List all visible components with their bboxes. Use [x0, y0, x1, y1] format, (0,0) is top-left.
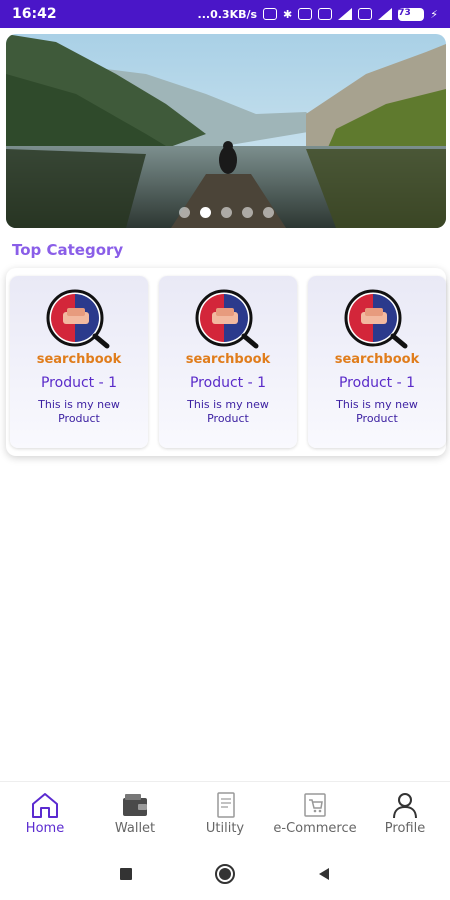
nav-wallet[interactable]: Wallet	[90, 782, 180, 848]
product-name: Product - 1	[40, 375, 117, 391]
wallet-icon	[123, 794, 147, 816]
back-icon[interactable]	[316, 866, 332, 882]
product-card[interactable]: searchbook Product - 1 This is my new Pr…	[308, 276, 446, 448]
nav-ecommerce-label: e-Commerce	[273, 821, 357, 836]
carousel-dot-4[interactable]	[241, 207, 253, 218]
searchbook-logo-icon	[159, 288, 297, 350]
status-bar: 16:42 ...0.3KB/s ✱ 73 ⚡	[0, 0, 450, 28]
category-list: searchbook Product - 1 This is my new Pr…	[6, 268, 446, 456]
system-nav-bar	[0, 847, 450, 900]
searchbook-logo-icon	[308, 288, 446, 350]
banner-image	[6, 34, 446, 228]
status-time: 16:42	[12, 6, 57, 22]
carousel-dot-2[interactable]	[199, 207, 211, 218]
nav-utility-label: Utility	[205, 821, 245, 836]
nav-home[interactable]: Home	[0, 782, 90, 848]
section-title: Top Category	[12, 241, 124, 259]
carousel-dot-3[interactable]	[220, 207, 232, 218]
nav-home-label: Home	[25, 821, 65, 836]
brand-name: searchbook	[36, 352, 122, 367]
product-card[interactable]: searchbook Product - 1 This is my new Pr…	[10, 276, 148, 448]
nav-utility[interactable]: Utility	[180, 782, 270, 848]
vibrate-icon	[263, 8, 278, 20]
carousel-dot-1[interactable]	[178, 207, 190, 218]
product-name: Product - 1	[189, 375, 266, 391]
alarm-icon	[298, 8, 313, 20]
recents-icon[interactable]	[118, 866, 134, 882]
carousel-dot-5[interactable]	[262, 207, 274, 218]
brand-name: searchbook	[334, 352, 420, 367]
product-description: This is my new Product	[336, 398, 418, 425]
home-button-icon[interactable]	[214, 863, 236, 885]
charging-icon: ⚡	[430, 7, 438, 21]
product-card[interactable]: searchbook Product - 1 This is my new Pr…	[159, 276, 297, 448]
signal2-icon	[378, 8, 393, 20]
network-speed: ...0.3KB/s	[197, 7, 258, 21]
product-name: Product - 1	[338, 375, 415, 391]
nav-wallet-label: Wallet	[114, 821, 156, 836]
product-description: This is my new Product	[38, 398, 120, 425]
searchbook-logo-icon	[10, 288, 148, 350]
nav-profile[interactable]: Profile	[360, 782, 450, 848]
carousel-dots	[6, 207, 446, 218]
ecommerce-icon	[304, 793, 326, 817]
utility-icon	[217, 792, 235, 818]
nav-ecommerce[interactable]: e-Commerce	[270, 782, 360, 848]
bluetooth-icon: ✱	[283, 7, 293, 21]
product-description: This is my new Product	[187, 398, 269, 425]
bottom-nav: Home Wallet Utility e-Commerce Profile	[0, 781, 450, 848]
profile-icon	[393, 793, 417, 819]
banner-carousel[interactable]	[6, 34, 446, 228]
home-icon	[32, 793, 58, 818]
nav-profile-label: Profile	[384, 821, 426, 836]
hd-icon	[318, 8, 333, 20]
battery-icon: 73	[398, 7, 425, 21]
signal-icon	[338, 8, 353, 20]
status-icons: ...0.3KB/s ✱ 73 ⚡	[197, 7, 438, 21]
hd2-icon	[358, 8, 373, 20]
brand-name: searchbook	[185, 352, 271, 367]
